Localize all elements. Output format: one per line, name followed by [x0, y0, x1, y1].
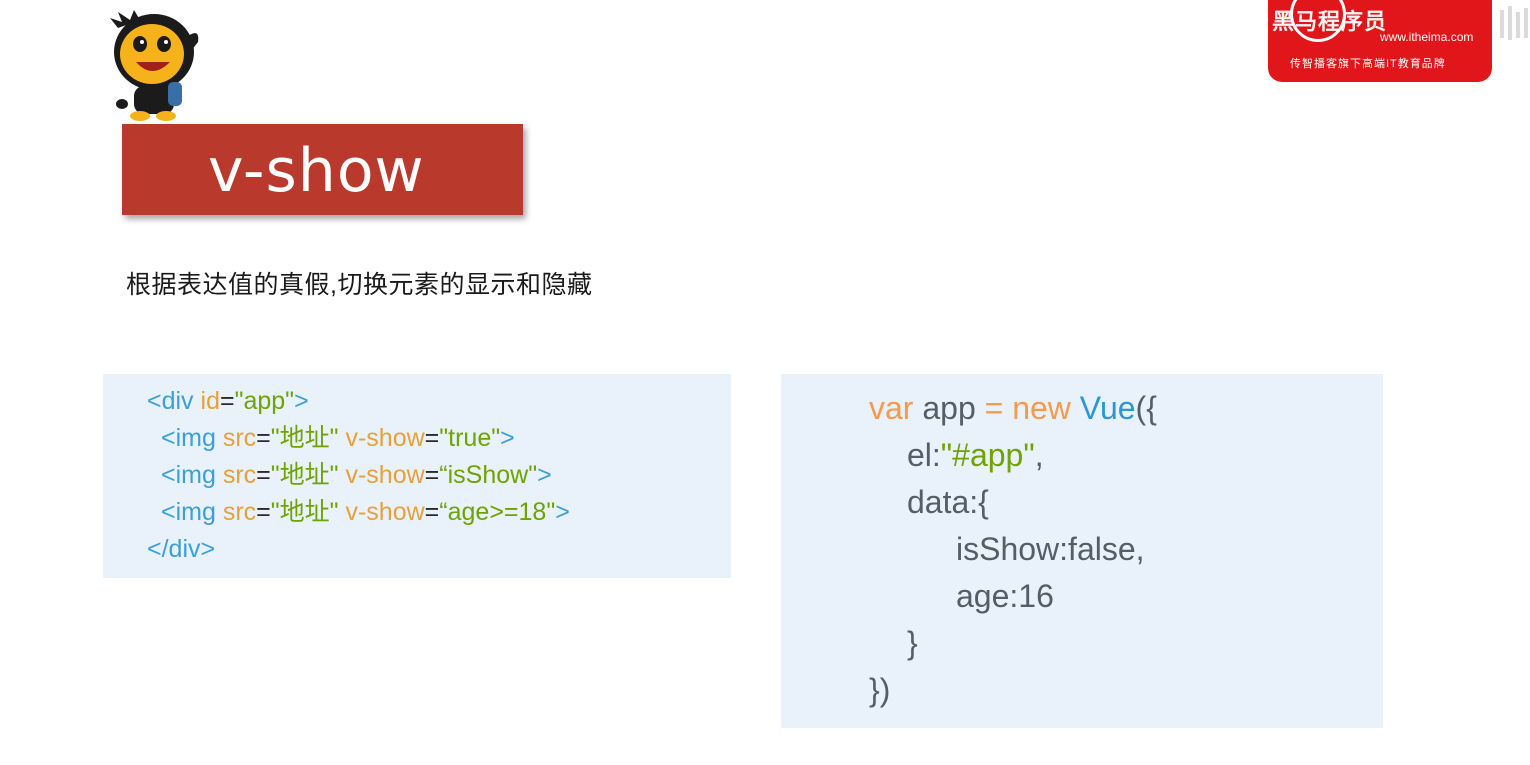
code-token: =	[424, 424, 440, 452]
code-token: "true"	[439, 424, 501, 452]
code-token: =	[424, 498, 440, 526]
code-line: age:16	[956, 578, 1054, 614]
brand-url: www.itheima.com	[1380, 30, 1474, 44]
code-token: "#app"	[940, 437, 1035, 473]
slide-title: v-show	[208, 136, 425, 206]
brand-slogan: 传智播客旗下高端IT教育品牌	[1290, 58, 1446, 70]
code-token: var	[869, 390, 914, 426]
code-token: =	[984, 390, 1004, 426]
code-token: "地址"	[270, 461, 339, 489]
code-line: <img src="地址" v-show=“age>=18">	[161, 495, 570, 529]
code-token: <img	[161, 498, 223, 526]
brand-name: 黑马程序员	[1272, 9, 1388, 34]
code-token: Vue	[1079, 390, 1136, 426]
code-token: =	[256, 461, 271, 489]
code-token: new	[1003, 390, 1080, 426]
code-token: </div>	[147, 535, 216, 563]
code-line: <img src="地址" v-show="true">	[161, 421, 515, 455]
code-token: >	[555, 498, 570, 526]
code-line: })	[869, 672, 891, 708]
edge-decoration-icon	[1500, 6, 1528, 40]
slide-description: 根据表达值的真假,切换元素的显示和隐藏	[126, 271, 593, 299]
code-token: "地址"	[270, 424, 339, 452]
code-line: }	[907, 625, 918, 661]
code-token: <div	[147, 387, 201, 415]
code-token: <img	[161, 461, 223, 489]
code-token: v-show	[338, 498, 425, 526]
code-line: </div>	[147, 532, 215, 566]
js-code-block: var app = new Vue({ el:"#app", data:{ is…	[781, 374, 1383, 728]
code-token: ({	[1135, 390, 1157, 426]
code-token: el:	[907, 437, 941, 473]
mascot-icon	[110, 10, 199, 121]
code-line: <img src="地址" v-show=“isShow">	[161, 458, 552, 492]
code-token: “isShow"	[439, 461, 538, 489]
code-token: >	[500, 424, 515, 452]
html-code-block: <div id="app"> <img src="地址" v-show="tru…	[103, 374, 731, 578]
code-token: id	[200, 387, 220, 415]
code-token: =	[424, 461, 440, 489]
code-token: v-show	[338, 424, 425, 452]
code-token: =	[256, 498, 271, 526]
code-token: v-show	[338, 461, 425, 489]
code-token: >	[537, 461, 552, 489]
code-token: src	[222, 424, 257, 452]
code-line: <div id="app">	[147, 384, 309, 418]
code-token: app	[913, 390, 985, 426]
code-token: =	[256, 424, 271, 452]
code-line: isShow:false,	[956, 531, 1145, 567]
code-line: var app = new Vue({	[869, 386, 1157, 430]
code-token: src	[222, 461, 257, 489]
code-token: <img	[161, 424, 223, 452]
code-token: src	[222, 498, 257, 526]
code-token: “age>=18"	[439, 498, 556, 526]
brand-logo: 黑马程序员 www.itheima.com 传智播客旗下高端IT教育品牌	[1268, 0, 1492, 82]
code-line: el:"#app",	[907, 433, 1044, 477]
code-token: "app"	[234, 387, 295, 415]
code-token: >	[294, 387, 309, 415]
code-token: =	[219, 387, 235, 415]
code-token: "地址"	[270, 498, 339, 526]
code-line: data:{	[907, 484, 989, 520]
code-token: ,	[1034, 437, 1044, 473]
